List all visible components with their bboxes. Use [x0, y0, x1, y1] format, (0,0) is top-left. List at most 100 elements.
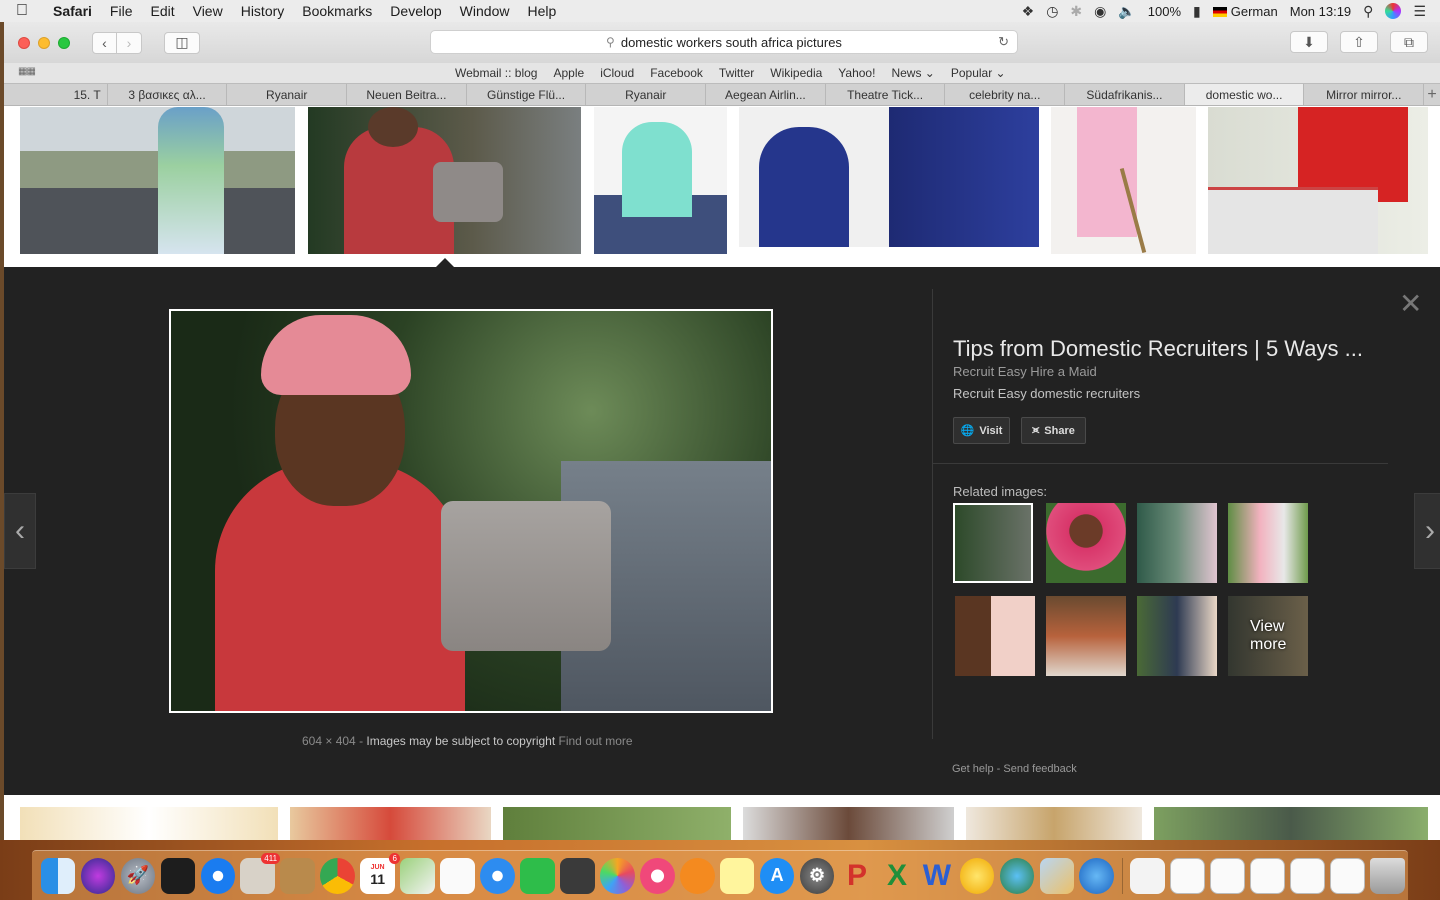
- result-thumbnail[interactable]: [20, 107, 295, 254]
- document-icon[interactable]: [1170, 857, 1205, 894]
- preview-app-icon[interactable]: [1039, 857, 1075, 894]
- new-tab-button[interactable]: +: [1424, 84, 1440, 105]
- favorite-popular-folder[interactable]: Popular ⌄: [951, 66, 1006, 80]
- notification-center-icon[interactable]: ☰: [1413, 3, 1426, 20]
- network-globe-icon[interactable]: [999, 857, 1035, 894]
- trash-icon[interactable]: [1370, 857, 1406, 894]
- launchpad-icon[interactable]: 🚀: [120, 857, 156, 894]
- result-thumbnail[interactable]: [1154, 807, 1428, 840]
- menu-edit[interactable]: Edit: [141, 3, 183, 19]
- preview-main-image[interactable]: [169, 309, 773, 713]
- tab[interactable]: Aegean Airlin...: [706, 84, 826, 105]
- maps-icon[interactable]: [400, 857, 435, 894]
- powerpoint-icon[interactable]: P: [840, 858, 875, 894]
- menu-file[interactable]: File: [101, 3, 142, 19]
- favorite-yahoo[interactable]: Yahoo!: [838, 66, 875, 80]
- menu-develop[interactable]: Develop: [381, 3, 450, 19]
- finder-icon[interactable]: [40, 857, 76, 894]
- menu-view[interactable]: View: [184, 3, 232, 19]
- find-out-more-link[interactable]: Find out more: [559, 734, 633, 748]
- result-thumbnail-selected[interactable]: [308, 107, 581, 254]
- facetime-icon[interactable]: [520, 857, 555, 894]
- wifi-icon[interactable]: ◉: [1094, 3, 1106, 20]
- apple-menu-icon[interactable]: : [0, 2, 44, 20]
- tab[interactable]: Ryanair: [227, 84, 348, 105]
- favorite-news-folder[interactable]: News ⌄: [891, 66, 934, 80]
- result-thumbnail[interactable]: [966, 807, 1142, 840]
- previous-image-button[interactable]: ‹: [4, 493, 36, 569]
- calendar-icon[interactable]: JUN 11 6: [360, 852, 400, 894]
- related-image-thumbnail[interactable]: [953, 503, 1033, 583]
- zoom-window-button[interactable]: [58, 36, 70, 49]
- result-thumbnail[interactable]: [594, 107, 727, 254]
- minimize-window-button[interactable]: [38, 36, 50, 49]
- contacts-icon[interactable]: [280, 857, 315, 894]
- tab[interactable]: Mirror mirror...: [1304, 84, 1425, 105]
- related-image-thumbnail[interactable]: [1137, 503, 1217, 583]
- reload-icon[interactable]: ↻: [998, 34, 1009, 50]
- close-preview-icon[interactable]: ✕: [1399, 287, 1422, 320]
- send-feedback-link[interactable]: Send feedback: [1003, 763, 1076, 775]
- related-image-thumbnail[interactable]: [1228, 503, 1308, 583]
- battery-icon[interactable]: ▮: [1193, 3, 1201, 20]
- related-image-thumbnail[interactable]: [1046, 596, 1126, 676]
- mission-control-icon[interactable]: [160, 857, 196, 894]
- tab[interactable]: Ryanair: [586, 84, 707, 105]
- clock[interactable]: Mon 13:19: [1290, 4, 1351, 19]
- favorite-webmail[interactable]: Webmail :: blog: [455, 66, 537, 80]
- favorite-icloud[interactable]: iCloud: [600, 66, 634, 80]
- document-icon[interactable]: [1210, 857, 1246, 894]
- favorite-twitter[interactable]: Twitter: [719, 66, 754, 80]
- dropbox-icon[interactable]: ❖: [1022, 3, 1035, 20]
- system-preferences-icon[interactable]: ⚙: [799, 857, 835, 894]
- next-image-button[interactable]: ›: [1414, 493, 1440, 569]
- result-thumbnail[interactable]: [290, 807, 491, 840]
- tab[interactable]: 15. T: [4, 84, 108, 105]
- messages-icon[interactable]: [480, 857, 515, 894]
- favorite-facebook[interactable]: Facebook: [650, 66, 703, 80]
- photos-icon[interactable]: [600, 857, 635, 894]
- safari-dock-icon[interactable]: [200, 857, 236, 894]
- spotlight-search-icon[interactable]: ⚲: [1363, 3, 1373, 20]
- view-more-button[interactable]: View more: [1228, 596, 1308, 676]
- tab[interactable]: Theatre Tick...: [826, 84, 946, 105]
- excel-icon[interactable]: X: [880, 858, 915, 894]
- word-icon[interactable]: W: [920, 858, 955, 894]
- siri-dock-icon[interactable]: [80, 857, 116, 894]
- result-thumbnail[interactable]: [1208, 107, 1428, 254]
- tab-active[interactable]: domestic wo...: [1184, 84, 1305, 105]
- tab[interactable]: Südafrikanis...: [1065, 84, 1185, 105]
- app-store-icon[interactable]: A: [759, 857, 795, 894]
- photo-booth-icon[interactable]: [560, 857, 595, 894]
- menu-app-name[interactable]: Safari: [44, 3, 101, 19]
- menu-window[interactable]: Window: [451, 3, 519, 19]
- tab[interactable]: Neuen Beitra...: [347, 84, 467, 105]
- related-image-thumbnail[interactable]: [1137, 596, 1217, 676]
- back-button[interactable]: ‹: [92, 31, 117, 54]
- image-source-title[interactable]: Tips from Domestic Recruiters | 5 Ways .…: [953, 336, 1363, 362]
- visit-button[interactable]: 🌐 Visit: [953, 417, 1010, 444]
- result-thumbnail[interactable]: [20, 807, 278, 840]
- team-users-icon[interactable]: [1079, 857, 1115, 894]
- result-thumbnail[interactable]: [1051, 107, 1196, 254]
- top-sites-grid-icon[interactable]: ▦▦: [18, 66, 36, 80]
- tab[interactable]: 3 βασικες αλ...: [108, 84, 228, 105]
- menu-bookmarks[interactable]: Bookmarks: [293, 3, 381, 19]
- stickies-icon[interactable]: [719, 857, 755, 894]
- tab-overview-button[interactable]: ⧉: [1390, 31, 1428, 53]
- related-image-thumbnail[interactable]: [955, 596, 1035, 676]
- result-thumbnail[interactable]: [739, 107, 1039, 247]
- document-icon[interactable]: [1290, 857, 1326, 894]
- result-thumbnail[interactable]: [743, 807, 954, 840]
- result-thumbnail[interactable]: [503, 807, 731, 840]
- input-language[interactable]: German: [1212, 4, 1278, 19]
- bluetooth-icon[interactable]: ✱: [1070, 3, 1082, 20]
- document-icon[interactable]: [1250, 857, 1286, 894]
- forward-button[interactable]: ›: [117, 31, 142, 54]
- mail-stamp-icon[interactable]: 411: [240, 852, 281, 894]
- chrome-icon[interactable]: [320, 857, 355, 894]
- menu-help[interactable]: Help: [518, 3, 565, 19]
- address-bar[interactable]: ⚲ domestic workers south africa pictures…: [430, 30, 1018, 54]
- itunes-icon[interactable]: [639, 857, 675, 894]
- time-machine-icon[interactable]: ◷: [1046, 3, 1058, 20]
